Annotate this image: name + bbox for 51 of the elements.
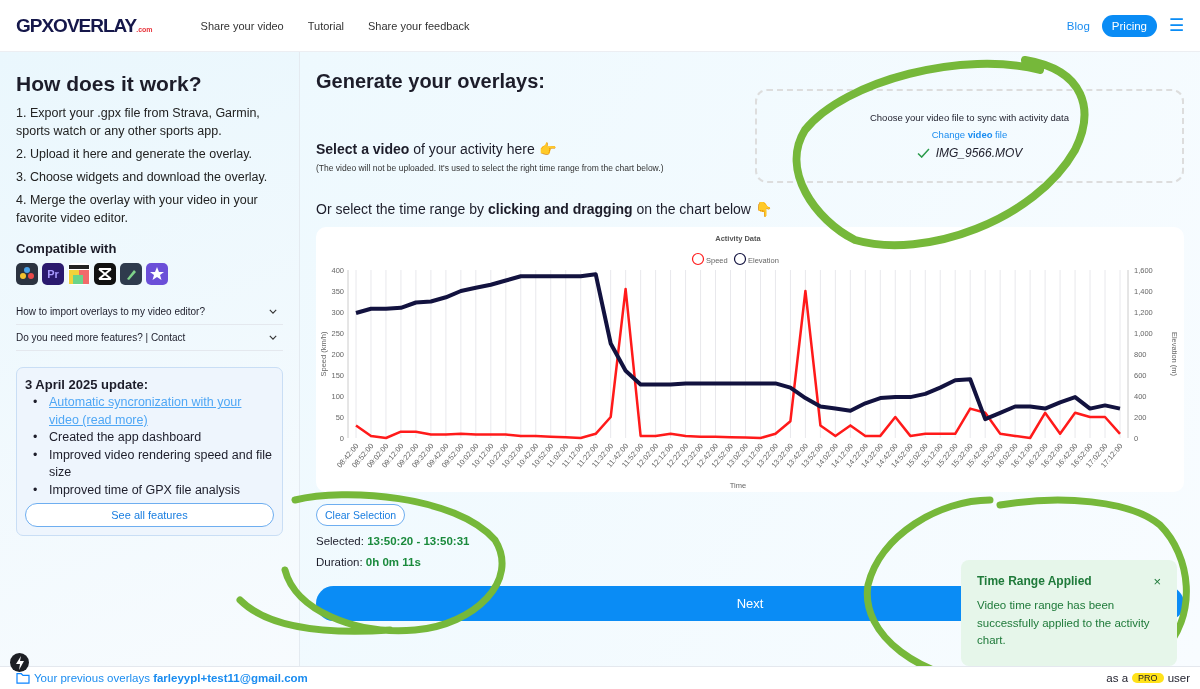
file-name: IMG_9566.MOV — [935, 146, 1023, 160]
toast-title: Time Range Applied — [977, 574, 1092, 588]
app-icon — [146, 263, 168, 285]
bullet: • — [33, 429, 39, 446]
nav-link[interactable]: Share your video — [200, 19, 284, 32]
login-status: user — [1167, 672, 1190, 684]
app-icon: Pr — [42, 263, 64, 285]
menu-icon[interactable]: ☰ — [1169, 17, 1184, 34]
close-button[interactable]: × — [1153, 574, 1161, 588]
section-title: How does it work? — [16, 72, 203, 96]
step-text: 4. Merge the overlay with your video in your favorite video editor. — [16, 192, 259, 227]
note-text: (The video will not be uploaded. It's used to select the right time range from the chart below.) — [316, 163, 664, 173]
range-hint: Or select the time range by clicking and dragging on the chart below 👇 — [316, 201, 773, 217]
see-all-features-button[interactable]: See all features — [25, 503, 274, 527]
update-title: 3 April 2025 update: — [25, 377, 150, 392]
file-drop-zone[interactable]: Choose your video file to sync with activity data Change video file IMG_9566.MOV — [755, 89, 1184, 183]
bullet: • — [33, 446, 39, 464]
step-text: 2. Upload it here and generate the overlay. — [16, 146, 254, 163]
previous-overlays-link[interactable]: Your previous overlays farleyypl+test11@gmail.com — [34, 672, 308, 684]
bullet: • — [33, 481, 39, 499]
update-item: Improved video rendering speed and file size — [49, 446, 274, 481]
chevron-icon — [269, 309, 277, 314]
update-item: Created the app dashboard — [49, 429, 202, 446]
chevron-icon — [269, 335, 277, 340]
clear-selection-button[interactable]: Clear Selection — [316, 504, 406, 526]
nav-link[interactable]: Tutorial — [307, 19, 345, 32]
pricing-button[interactable]: Pricing — [1101, 14, 1157, 37]
activity-chart[interactable] — [316, 227, 1184, 492]
file-prompt: Choose your video file to sync with activity data — [869, 112, 1070, 123]
update-item: Improved time of GPX file analysis — [49, 481, 241, 499]
page-title: Generate your overlays: — [316, 70, 546, 93]
bullet: • — [33, 394, 39, 411]
selected-range: Selected: 13:50:20 - 13:50:31 — [316, 535, 471, 547]
blog-link[interactable]: Blog — [1066, 19, 1090, 32]
change-file-link[interactable]: Change video file — [931, 129, 1008, 140]
step-text: 1. Export your .gpx file from Strava, Garmin, sports watch or any other sports app. — [16, 105, 261, 140]
app-icon — [120, 263, 142, 285]
app-icon — [94, 263, 116, 285]
select-video-text: Select a video of your activity here 👉 — [316, 141, 557, 157]
app-icon — [16, 263, 38, 285]
duration-text: Duration: 0h 0m 11s — [316, 556, 422, 568]
nav-link[interactable]: Share your feedback — [368, 19, 470, 32]
login-status: as a — [1106, 672, 1129, 684]
compatible-title: Compatible with — [16, 241, 118, 256]
step-text: 3. Choose widgets and download the overlay. — [16, 169, 269, 186]
check-icon — [916, 148, 930, 158]
app-icon — [68, 263, 90, 285]
accordion-item[interactable]: How to import overlays to my video editor? — [16, 299, 283, 325]
folder-icon — [16, 672, 30, 684]
accordion-item[interactable]: Do you need more features? | Contact — [16, 325, 283, 351]
pro-badge: PRO — [1132, 673, 1164, 683]
